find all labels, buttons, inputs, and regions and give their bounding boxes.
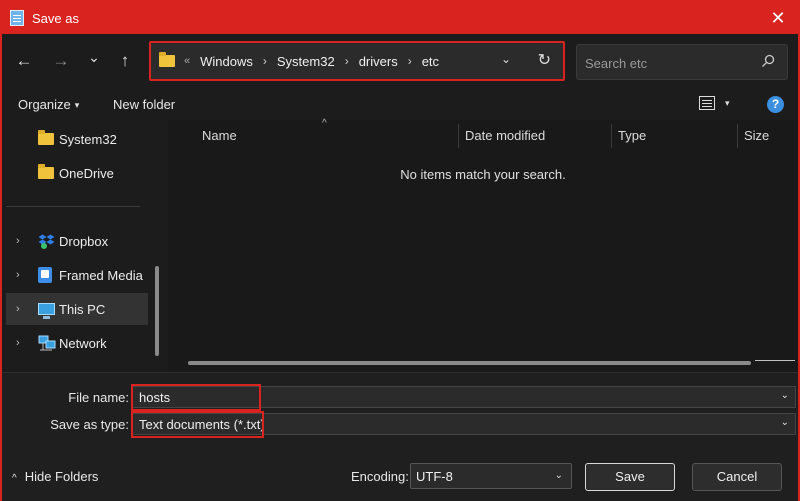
navigation-pane-scrollbar[interactable] (155, 266, 159, 356)
encoding-label: Encoding: (351, 469, 409, 484)
cancel-button[interactable]: Cancel (692, 463, 782, 491)
folder-icon (159, 52, 175, 67)
chevron-right-icon[interactable]: › (16, 269, 20, 281)
breadcrumb-etc[interactable]: etc (422, 54, 439, 69)
nav-item-label: Network (59, 335, 107, 351)
search-icon[interactable] (761, 54, 775, 68)
breadcrumb-overflow[interactable]: « (184, 55, 190, 67)
navigation-bar: ← → ⌄ ↑ « Windows › System32 › drivers ›… (2, 34, 798, 88)
column-header-size[interactable]: Size (744, 128, 769, 143)
help-icon[interactable]: ? (767, 96, 784, 113)
up-button[interactable]: ↑ (114, 50, 136, 72)
navigation-pane: System32 OneDrive › Dropbox › Framed Med… (2, 120, 164, 372)
organize-label: Organize (18, 97, 71, 112)
search-box[interactable] (576, 44, 788, 80)
hide-folders-label: Hide Folders (24, 469, 99, 484)
hide-folders-button[interactable]: ^ Hide Folders (12, 469, 98, 484)
chevron-right-icon: › (262, 54, 267, 68)
nav-item-label: This PC (59, 301, 106, 317)
folder-icon (38, 164, 54, 179)
nav-item-framed-media[interactable]: › Framed Media (6, 259, 148, 291)
change-view-button[interactable]: ▾ (699, 96, 730, 110)
save-as-type-value: Text documents (*.txt) (139, 417, 265, 432)
save-as-type-label: Save as type: (50, 417, 129, 432)
encoding-select[interactable]: UTF-8 ⌄ (410, 463, 572, 489)
column-header-date-modified[interactable]: Date modified (465, 128, 545, 143)
file-name-label: File name: (68, 390, 129, 405)
chevron-down-icon[interactable]: ⌄ (781, 417, 789, 428)
file-name-combobox[interactable]: ⌄ (132, 386, 796, 408)
forward-button[interactable]: → (50, 50, 72, 72)
organize-button[interactable]: Organize ▾ (18, 97, 79, 112)
file-name-input[interactable] (139, 389, 639, 405)
nav-item-label: OneDrive (59, 165, 114, 181)
file-list: ^ Name Date modified Type Size No items … (168, 118, 798, 372)
empty-state-message: No items match your search. (400, 167, 566, 182)
new-folder-button[interactable]: New folder (113, 97, 175, 112)
folder-icon (38, 130, 54, 145)
column-header-type[interactable]: Type (618, 128, 646, 143)
window-title: Save as (32, 10, 79, 26)
save-button[interactable]: Save (585, 463, 675, 491)
refresh-icon[interactable]: ↻ (538, 50, 551, 70)
close-button[interactable]: ✕ (766, 6, 790, 30)
nav-item-onedrive[interactable]: OneDrive (6, 157, 148, 189)
chevron-right-icon[interactable]: › (16, 235, 20, 247)
column-divider[interactable] (611, 124, 612, 148)
encoding-value: UTF-8 (416, 469, 453, 484)
chevron-right-icon[interactable]: › (16, 337, 20, 349)
notepad-icon (10, 10, 24, 26)
caret-down-icon: ▾ (725, 97, 730, 108)
network-icon (38, 335, 56, 351)
sort-ascending-icon: ^ (322, 118, 327, 129)
horizontal-scrollbar[interactable] (188, 361, 751, 365)
column-header-name[interactable]: Name (202, 128, 237, 143)
chevron-down-icon[interactable]: ⌄ (781, 390, 789, 401)
chevron-right-icon[interactable]: › (16, 303, 20, 315)
recent-locations-button[interactable]: ⌄ (83, 46, 105, 68)
save-form: File name: ⌄ Save as type: Text document… (2, 372, 798, 501)
nav-item-dropbox[interactable]: › Dropbox (6, 225, 148, 257)
save-as-dialog: Save as ✕ ← → ⌄ ↑ « Windows › System32 ›… (0, 0, 800, 501)
column-divider[interactable] (737, 124, 738, 148)
chevron-right-icon: › (407, 54, 412, 68)
chevron-up-icon: ^ (12, 473, 17, 484)
dropbox-icon (38, 234, 55, 249)
nav-item-label: System32 (59, 131, 117, 147)
divider (6, 206, 140, 207)
breadcrumb-windows[interactable]: Windows (200, 54, 253, 69)
caret-down-icon: ▾ (74, 100, 80, 110)
breadcrumb-drivers[interactable]: drivers (359, 54, 398, 69)
breadcrumb-system32[interactable]: System32 (277, 54, 335, 69)
nav-item-system32[interactable]: System32 (6, 123, 148, 155)
title-bar: Save as ✕ (2, 2, 798, 34)
framed-media-icon (38, 267, 52, 283)
address-bar[interactable]: « Windows › System32 › drivers › etc ⌄ ↻ (149, 41, 565, 81)
scrollbar-track (755, 360, 795, 361)
chevron-down-icon: ⌄ (554, 470, 563, 481)
address-dropdown-icon[interactable]: ⌄ (501, 52, 511, 66)
command-bar: Organize ▾ New folder ▾ ? (2, 88, 798, 120)
nav-item-network[interactable]: › Network (6, 327, 148, 359)
nav-item-label: Dropbox (59, 233, 109, 249)
nav-item-this-pc[interactable]: › This PC (6, 293, 148, 325)
save-as-type-select[interactable]: Text documents (*.txt) ⌄ (132, 413, 796, 435)
nav-item-label: Framed Media (59, 267, 143, 283)
column-divider[interactable] (458, 124, 459, 148)
chevron-right-icon: › (344, 54, 349, 68)
search-input[interactable] (585, 53, 755, 73)
list-view-icon (699, 96, 715, 110)
computer-icon (38, 303, 55, 319)
back-button[interactable]: ← (13, 50, 35, 72)
